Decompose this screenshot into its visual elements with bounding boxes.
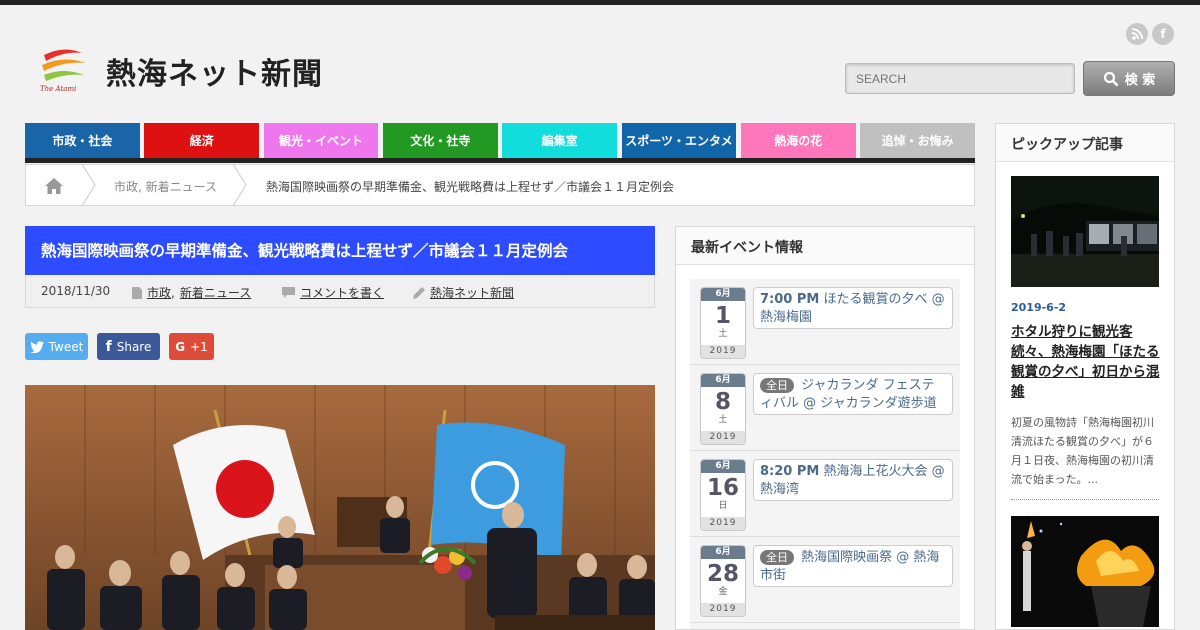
pickup-article-title[interactable]: ホタル狩りに観光客続々、熱海梅園「ほたる観賞の夕べ」初日から混雑 — [1011, 322, 1161, 402]
post-categories: 市政, 新着ニュース — [132, 284, 251, 301]
nav-item-sports[interactable]: スポーツ・エンタメ — [621, 123, 737, 158]
event-item[interactable]: 6月 28 金 2019 全日 熱海国際映画祭 @ 熱海市街 — [690, 537, 960, 623]
gplus-label: +1 — [190, 339, 208, 354]
event-day: 16 — [706, 475, 739, 501]
event-year: 2019 — [701, 431, 745, 444]
event-time: 8:20 PM — [760, 464, 820, 479]
post-author: 熱海ネット新聞 — [413, 284, 514, 301]
nav-item-shisei[interactable]: 市政・社会 — [25, 123, 140, 158]
site-title[interactable]: 熱海ネット新聞 — [106, 49, 323, 93]
pickup-excerpt: 初夏の風物詩「熱海梅園初川清流ほたる観賞の夕べ」が６月１日夜、熱海梅園の初川清流… — [1011, 416, 1154, 486]
event-month: 6月 — [701, 374, 745, 387]
event-item[interactable]: 6月 16 日 2019 8:20 PM 熱海海上花火大会 @ 熱海湾 — [690, 451, 960, 537]
event-link[interactable]: 7:00 PM ほたる観賞の夕べ @ 熱海梅園 — [753, 287, 953, 329]
category-link-shisei[interactable]: 市政 — [147, 284, 171, 301]
site-header: The Atami 熱海ネット新聞 f 検 索 — [0, 5, 1200, 120]
breadcrumb-separator — [233, 164, 247, 206]
nav-underline — [25, 158, 975, 163]
event-date: 6月 1 土 2019 — [700, 287, 746, 359]
event-item[interactable]: 6月 8 土 2019 全日 ジャカランダ フェスティバル @ ジャカランダ遊歩… — [690, 365, 960, 451]
all-day-badge: 全日 — [760, 378, 794, 393]
pencil-icon — [413, 286, 425, 299]
search-icon — [1103, 71, 1119, 86]
pickup-title: ピックアップ記事 — [996, 124, 1174, 162]
facebook-share-label: Share — [116, 339, 152, 354]
home-icon[interactable] — [44, 177, 64, 195]
event-weekday: 日 — [718, 501, 728, 511]
event-month: 6月 — [701, 546, 745, 559]
twitter-icon — [29, 340, 44, 353]
events-title: 最新イベント情報 — [676, 227, 974, 265]
search-button-label: 検 索 — [1124, 73, 1156, 88]
event-date: 6月 28 金 2019 — [700, 545, 746, 617]
comment-icon — [282, 287, 295, 298]
facebook-icon[interactable]: f — [1152, 23, 1174, 45]
post-comments: コメントを書く — [282, 284, 384, 301]
pickup-date: 2019-6-2 — [1011, 301, 1067, 314]
event-weekday: 土 — [718, 329, 728, 339]
event-weekday: 金 — [718, 587, 728, 597]
folder-icon — [132, 286, 142, 299]
event-day: 28 — [706, 561, 739, 587]
pickup-divider — [1011, 499, 1159, 500]
breadcrumb-category[interactable]: 市政, 新着ニュース — [114, 178, 217, 195]
nav-item-hana[interactable]: 熱海の花 — [740, 123, 856, 158]
breadcrumb-separator — [82, 164, 96, 206]
post-title: 熱海国際映画祭の早期準備金、観光戦略費は上程せず／市議会１１月定例会 — [25, 226, 655, 275]
svg-text:The Atami: The Atami — [40, 85, 76, 93]
facebook-share-icon: f — [105, 338, 112, 355]
nav-item-keizai[interactable]: 経済 — [144, 123, 260, 158]
facebook-share-button[interactable]: f Share — [97, 333, 160, 360]
search-button[interactable]: 検 索 — [1083, 61, 1175, 96]
event-day: 8 — [714, 389, 731, 415]
post-date: 2018/11/30 — [41, 284, 111, 298]
pickup-image-2[interactable] — [1011, 516, 1159, 627]
breadcrumb-current: 熱海国際映画祭の早期準備金、観光戦略費は上程せず／市議会１１月定例会 — [266, 180, 675, 194]
tweet-label: Tweet — [48, 339, 84, 354]
events-list: 6月 1 土 2019 7:00 PM ほたる観賞の夕べ @ 熱海梅園 6月 8… — [690, 279, 960, 629]
event-year: 2019 — [701, 517, 745, 530]
site-logo[interactable]: The Atami — [38, 45, 90, 95]
gplus-button[interactable]: G +1 — [169, 333, 214, 360]
post-meta: 2018/11/30 市政, 新着ニュース コメントを書く 熱海ネット新聞 — [25, 275, 655, 308]
event-year: 2019 — [701, 603, 745, 616]
post-featured-image — [25, 385, 655, 630]
nav-item-tsuito[interactable]: 追悼・お悔み — [860, 123, 975, 158]
event-weekday: 土 — [718, 415, 728, 425]
rss-icon[interactable] — [1126, 23, 1148, 45]
event-day: 1 — [714, 303, 731, 329]
pickup-widget: ピックアップ記事 2019-6-2 ホタル狩りに観光客続々、熱海梅園「ほたる観賞… — [995, 123, 1175, 630]
event-link[interactable]: 8:20 PM 熱海海上花火大会 @ 熱海湾 — [753, 459, 953, 501]
comment-link[interactable]: コメントを書く — [300, 284, 384, 301]
event-date: 6月 8 土 2019 — [700, 373, 746, 445]
category-link-news[interactable]: 新着ニュース — [180, 284, 251, 301]
nav-item-kanko[interactable]: 観光・イベント — [263, 123, 379, 158]
all-day-badge: 全日 — [760, 550, 794, 565]
event-month: 6月 — [701, 288, 745, 301]
nav-item-bunka[interactable]: 文化・社寺 — [382, 123, 498, 158]
tweet-button[interactable]: Tweet — [25, 333, 88, 360]
category-separator: , — [171, 285, 175, 300]
events-widget: 最新イベント情報 6月 1 土 2019 7:00 PM ほたる観賞の夕べ @ … — [675, 226, 975, 630]
event-link[interactable]: 全日 ジャカランダ フェスティバル @ ジャカランダ遊歩道 — [753, 373, 953, 415]
gplus-icon: G — [175, 339, 186, 354]
pickup-image[interactable] — [1011, 176, 1159, 287]
event-item[interactable]: 6月 1 土 2019 7:00 PM ほたる観賞の夕べ @ 熱海梅園 — [690, 279, 960, 365]
event-link[interactable]: 全日 熱海国際映画祭 @ 熱海市街 — [753, 545, 953, 587]
author-link[interactable]: 熱海ネット新聞 — [430, 284, 514, 301]
event-time: 7:00 PM — [760, 292, 820, 307]
main-nav: 市政・社会 経済 観光・イベント 文化・社寺 編集室 スポーツ・エンタメ 熱海の… — [25, 123, 975, 163]
event-year: 2019 — [701, 345, 745, 358]
nav-item-henshu[interactable]: 編集室 — [502, 123, 618, 158]
event-date: 6月 16 日 2019 — [700, 459, 746, 531]
breadcrumb: 市政, 新着ニュース 熱海国際映画祭の早期準備金、観光戦略費は上程せず／市議会１… — [25, 164, 975, 206]
event-month: 6月 — [701, 460, 745, 473]
search-input[interactable] — [845, 63, 1075, 94]
